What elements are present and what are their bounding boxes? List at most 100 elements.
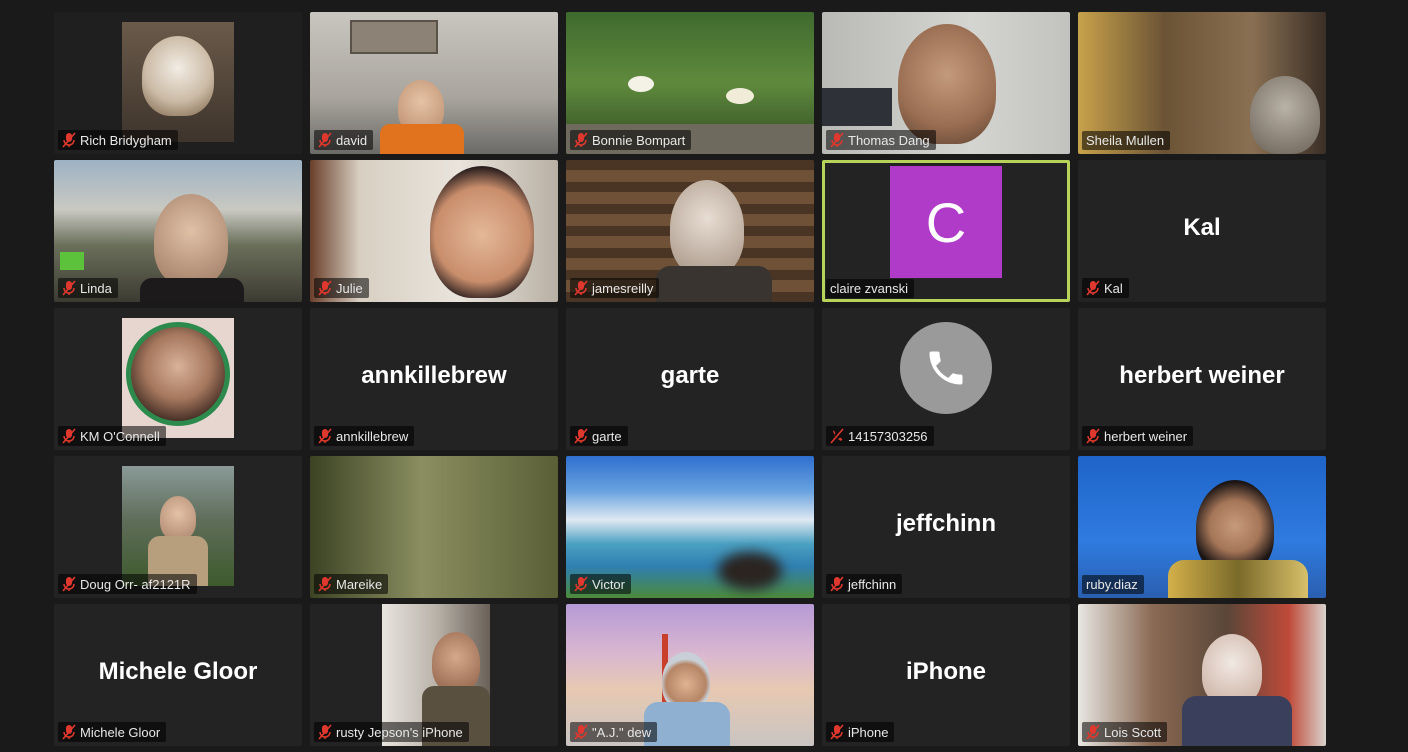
participant-name-bar: iPhone <box>826 722 895 742</box>
muted-mic-icon <box>318 428 332 444</box>
participant-tile[interactable]: Rich Bridygham <box>54 12 302 154</box>
muted-mic-icon <box>1086 428 1100 444</box>
participant-tile[interactable]: Julie <box>310 160 558 302</box>
participant-name: annkillebrew <box>336 428 409 444</box>
participant-name: Kal <box>1104 280 1123 296</box>
participant-name: Rich Bridygham <box>80 132 172 148</box>
participant-tile[interactable]: jeffchinn jeffchinn <box>822 456 1070 598</box>
muted-mic-icon <box>574 576 588 592</box>
participant-tile[interactable]: 14157303256 <box>822 308 1070 450</box>
gallery-grid: Rich Bridygham david Bonnie Bompart Thom… <box>54 12 1326 746</box>
participant-name: Lois Scott <box>1104 724 1162 740</box>
muted-mic-icon <box>318 132 332 148</box>
participant-name-bar: KM O'Connell <box>58 426 166 446</box>
participant-name-bar: jeffchinn <box>826 574 903 594</box>
participant-tile[interactable]: Sheila Mullen <box>1078 12 1326 154</box>
participant-name: jeffchinn <box>848 576 897 592</box>
participant-tile[interactable]: Victor <box>566 456 814 598</box>
participant-name: Mareike <box>336 576 383 592</box>
participant-display-name: garte <box>660 362 720 390</box>
participant-name: Julie <box>336 280 363 296</box>
participant-name: "A.J." dew <box>592 724 652 740</box>
participant-tile[interactable]: Bonnie Bompart <box>566 12 814 154</box>
participant-name-bar: david <box>314 130 374 150</box>
muted-mic-icon <box>830 724 844 740</box>
participant-tile[interactable]: KM O'Connell <box>54 308 302 450</box>
participant-name-bar: Michele Gloor <box>58 722 167 742</box>
muted-mic-icon <box>62 132 76 148</box>
participant-tile[interactable]: rusty Jepson's iPhone <box>310 604 558 746</box>
participant-name-bar: Linda <box>58 278 118 298</box>
participant-display-name: annkillebrew <box>361 362 507 390</box>
avatar: C <box>890 166 1002 279</box>
participant-tile[interactable]: Kal Kal <box>1078 160 1326 302</box>
participant-tile[interactable]: Michele Gloor Michele Gloor <box>54 604 302 746</box>
participant-name: herbert weiner <box>1104 428 1188 444</box>
participant-name: Michele Gloor <box>80 724 161 740</box>
participant-name-bar: 14157303256 <box>826 426 934 446</box>
participant-name: Thomas Dang <box>848 132 930 148</box>
muted-mic-icon <box>318 576 332 592</box>
participant-name: Doug Orr- af2121R <box>80 576 191 592</box>
participant-tile[interactable]: garte garte <box>566 308 814 450</box>
participant-name-bar: Victor <box>570 574 631 594</box>
participant-tile[interactable]: Thomas Dang <box>822 12 1070 154</box>
participant-tile[interactable]: "A.J." dew <box>566 604 814 746</box>
muted-mic-icon <box>574 132 588 148</box>
participant-display-name: iPhone <box>905 658 986 686</box>
muted-mic-icon <box>574 724 588 740</box>
participant-tile[interactable]: iPhone iPhone <box>822 604 1070 746</box>
participant-name-bar: annkillebrew <box>314 426 415 446</box>
participant-tile[interactable]: Lois Scott <box>1078 604 1326 746</box>
muted-phone-icon <box>830 428 844 444</box>
participant-name: david <box>336 132 368 148</box>
participant-name-bar: Lois Scott <box>1082 722 1168 742</box>
participant-name-bar: herbert weiner <box>1082 426 1194 446</box>
participant-name-bar: jamesreilly <box>570 278 660 298</box>
participant-tile[interactable]: david <box>310 12 558 154</box>
participant-name: Bonnie Bompart <box>592 132 686 148</box>
participant-name-bar: Rich Bridygham <box>58 130 178 150</box>
muted-mic-icon <box>62 724 76 740</box>
participant-name: ruby.diaz <box>1086 577 1138 592</box>
participant-tile[interactable]: herbert weiner herbert weiner <box>1078 308 1326 450</box>
participant-display-name: jeffchinn <box>896 510 996 538</box>
participant-name-bar: Mareike <box>314 574 389 594</box>
participant-name-bar: "A.J." dew <box>570 722 658 742</box>
participant-tile[interactable]: Doug Orr- af2121R <box>54 456 302 598</box>
participant-name-bar: Thomas Dang <box>826 130 936 150</box>
participant-tile[interactable]: Linda <box>54 160 302 302</box>
participant-display-name: Michele Gloor <box>98 658 258 686</box>
muted-mic-icon <box>1086 280 1100 296</box>
muted-mic-icon <box>62 428 76 444</box>
participant-name-bar: Bonnie Bompart <box>570 130 692 150</box>
participant-tile-active-speaker[interactable]: C claire zvanski <box>822 160 1070 302</box>
participant-tile[interactable]: ruby.diaz <box>1078 456 1326 598</box>
muted-mic-icon <box>830 132 844 148</box>
participant-display-name: Kal <box>1183 214 1221 242</box>
participant-name-bar: rusty Jepson's iPhone <box>314 722 469 742</box>
participant-tile[interactable]: annkillebrew annkillebrew <box>310 308 558 450</box>
muted-mic-icon <box>318 280 332 296</box>
participant-name: claire zvanski <box>830 281 909 296</box>
participant-tile[interactable]: jamesreilly <box>566 160 814 302</box>
participant-name-bar: garte <box>570 426 628 446</box>
participant-display-name: herbert weiner <box>1119 362 1285 390</box>
participant-name-bar: Doug Orr- af2121R <box>58 574 197 594</box>
participant-name: Victor <box>592 576 625 592</box>
participant-name-bar: Kal <box>1082 278 1129 298</box>
participant-name: KM O'Connell <box>80 428 160 444</box>
participant-name-bar: Sheila Mullen <box>1082 131 1171 150</box>
participant-name: Sheila Mullen <box>1086 133 1165 148</box>
muted-mic-icon <box>1086 724 1100 740</box>
participant-tile[interactable]: Mareike <box>310 456 558 598</box>
participant-name: jamesreilly <box>592 280 654 296</box>
participant-name-bar: ruby.diaz <box>1082 575 1144 594</box>
participant-name-bar: claire zvanski <box>826 279 915 298</box>
participant-name: iPhone <box>848 724 889 740</box>
muted-mic-icon <box>830 576 844 592</box>
participant-name: rusty Jepson's iPhone <box>336 724 463 740</box>
participant-name: 14157303256 <box>848 428 928 444</box>
participant-name-bar: Julie <box>314 278 369 298</box>
participant-name: garte <box>592 428 622 444</box>
